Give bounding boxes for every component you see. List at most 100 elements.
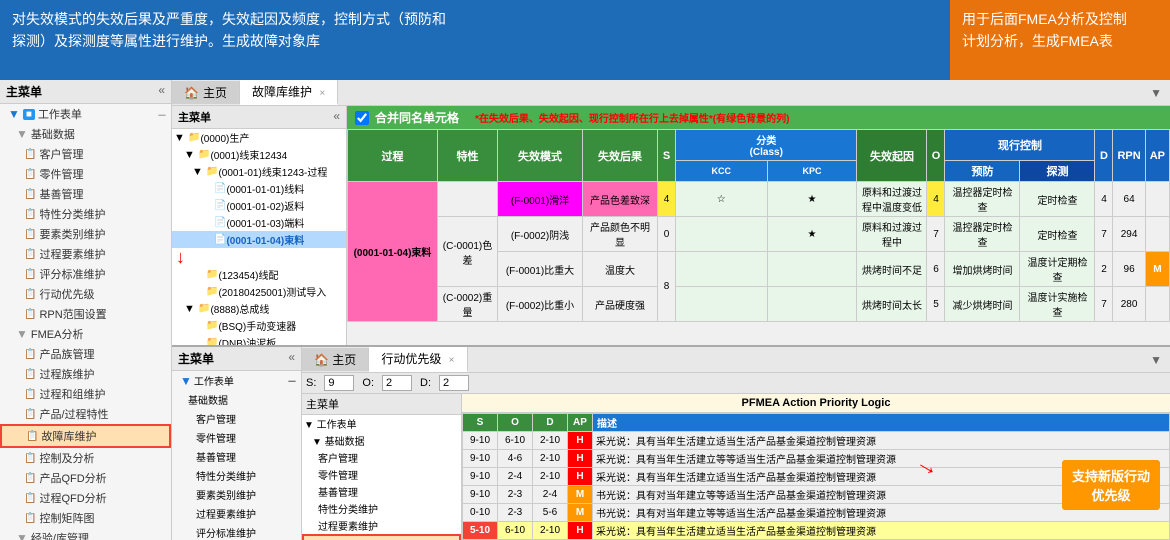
sidebar-collapse-btn[interactable]: « (152, 80, 171, 103)
sidebar-item-workorder[interactable]: ▼ ■ 工作表单 － (0, 104, 171, 124)
tab-fault-lib[interactable]: 故障库维护 × (240, 80, 338, 105)
sidebar-item-basic[interactable]: ▼ 基础数据 (0, 124, 171, 144)
input-s[interactable] (324, 375, 354, 391)
sidebar-item-char-label: 特性分类维护 (39, 206, 105, 222)
sidebar-item-fault-lib[interactable]: 📋 故障库维护 (0, 424, 171, 448)
bottom-sidebar-workorder[interactable]: ▼ 工作表单 － (172, 371, 301, 390)
cell-ap-2 (1145, 217, 1169, 252)
tree-header-label: 主菜单 (172, 106, 327, 128)
b-tree-parts[interactable]: 零件管理 (302, 466, 461, 483)
cell-kpc-3 (767, 252, 857, 287)
bottom-tab-home[interactable]: 🏠 主页 (302, 348, 369, 371)
sidebar-item-parts[interactable]: 📋 零件管理 (0, 164, 171, 184)
tree-item-harness-proc[interactable]: ▼ 📁 (0001-01)线束1243-过程 (172, 163, 346, 180)
tree-item-harness[interactable]: ▼ 📁 (0001)线束12434 (172, 146, 346, 163)
improve-icon: 📋 (24, 189, 36, 200)
tree-item-dnb[interactable]: 📁 (DNB)油泥板 (172, 334, 346, 345)
tree-collapse-btn[interactable]: « (327, 106, 346, 128)
sidebar-item-proc-group[interactable]: 📋 过程和组维护 (0, 384, 171, 404)
expand-icon-exp: ▼ (16, 531, 28, 540)
sidebar-item-score-std[interactable]: 📋 评分标准维护 (0, 264, 171, 284)
tree-01-01-label: (0001-01-01)线料 (226, 181, 304, 196)
tree-item-test[interactable]: 📁 (20180425001)测试导入 (172, 283, 346, 300)
bottom-sidebar-score[interactable]: 评分标准维护 (172, 523, 301, 540)
bottom-sidebar-customer[interactable]: 客户管理 (172, 409, 301, 428)
bottom-main: 🏠 主页 行动优先级 × ▼ S: (302, 347, 1170, 540)
merge-checkbox[interactable] (355, 111, 369, 125)
b-tree-basic[interactable]: ▼ 基础数据 (302, 432, 461, 449)
tree-proc-icon: 📁 (206, 166, 218, 177)
b-tree-workorder[interactable]: ▼ 工作表单 (302, 415, 461, 432)
tree-item-linepei[interactable]: 📁 (123454)线配 (172, 266, 346, 283)
sidebar-item-ctrl-matrix[interactable]: 📋 控制矩阵图 (0, 508, 171, 528)
bottom-sidebar-parts[interactable]: 零件管理 (172, 428, 301, 447)
ctrl-icon: 📋 (24, 453, 36, 464)
collapse-icon: － (157, 107, 167, 122)
tree-expand-8888: ▼ (184, 303, 198, 315)
b-tree-char[interactable]: 特性分类维护 (302, 500, 461, 517)
input-o[interactable] (382, 375, 412, 391)
b-tree-proc-elem[interactable]: 过程要素维护 (302, 517, 461, 534)
cell-s-b4: 9-10 (463, 486, 498, 504)
table-row: (0001-01-04)束料 (F-0001)滑洋 产品色差致深 4 ☆ ★ 原… (348, 182, 1170, 217)
sidebar-item-fmea[interactable]: ▼ FMEA分析 (0, 324, 171, 344)
tree-item-01-01[interactable]: 📄 (0001-01-01)线料 (172, 180, 346, 197)
sidebar-item-proc-family[interactable]: 📋 过程族维护 (0, 364, 171, 384)
bottom-sidebar-char[interactable]: 特性分类维护 (172, 466, 301, 485)
sidebar-item-product-family[interactable]: 📋 产品族管理 (0, 344, 171, 364)
bottom-sidebar-proc-elem[interactable]: 过程要素维护 (172, 504, 301, 523)
bottom-tab-action[interactable]: 行动优先级 × (369, 347, 467, 372)
tree-folder-5: 📁 (206, 269, 218, 280)
tree-item-01-03[interactable]: 📄 (0001-01-03)端料 (172, 214, 346, 231)
cell-s-b5: 0-10 (463, 504, 498, 522)
bottom-sidebar-collapse[interactable]: « (282, 347, 301, 370)
sidebar-item-customer-label: 客户管理 (39, 146, 83, 162)
table-row: (C-0001)色差 (F-0002)阴浅 产品颜色不明显 0 ★ 原料和过渡过… (348, 217, 1170, 252)
bth-d: D (533, 414, 568, 432)
cell-cause-4: 烘烤时间太长 (857, 287, 927, 322)
sidebar-item-proc-qfd[interactable]: 📋 过程QFD分析 (0, 488, 171, 508)
sidebar-item-customer[interactable]: 📋 客户管理 (0, 144, 171, 164)
b-tab-close[interactable]: × (449, 355, 455, 366)
parts-icon: 📋 (24, 169, 36, 180)
tree-expand-harness: ▼ (184, 149, 198, 161)
tree-doc-icon-3: 📄 (214, 217, 226, 228)
tree-harness-icon: 📁 (198, 149, 210, 160)
label-o: O: (362, 377, 374, 389)
sidebar-item-prod-proc-char[interactable]: 📋 产品/过程特性 (0, 404, 171, 424)
th-ap: AP (1145, 130, 1169, 182)
sidebar-item-rpn[interactable]: 📋 RPN范围设置 (0, 304, 171, 324)
sidebar-item-action-priority[interactable]: 📋 行动优先级 (0, 284, 171, 304)
sidebar-item-improve[interactable]: 📋 基善管理 (0, 184, 171, 204)
sidebar-item-elem-class[interactable]: 📋 要素类别维护 (0, 224, 171, 244)
sidebar-item-char-class[interactable]: 📋 特性分类维护 (0, 204, 171, 224)
cell-s-b6: 5-10 (463, 522, 498, 540)
tree-item-8888[interactable]: ▼ 📁 (8888)总成线 (172, 300, 346, 317)
bottom-sidebar-basic[interactable]: 基础数据 (172, 390, 301, 409)
b-tree-action[interactable]: 行动优先级 (302, 534, 461, 540)
b-tab-scroll[interactable]: ▼ (1142, 350, 1170, 370)
bottom-sidebar-improve[interactable]: 基善管理 (172, 447, 301, 466)
sidebar-item-prod-qfd[interactable]: 📋 产品QFD分析 (0, 468, 171, 488)
banner-left-text: 对失效模式的失效后果及严重度，失效起因及频度，控制方式（预防和 探测）及探测度等… (12, 11, 446, 49)
bottom-sidebar-elem[interactable]: 要素类别维护 (172, 485, 301, 504)
b-tree-basic2[interactable]: 基善管理 (302, 483, 461, 500)
tree-item-bsq[interactable]: 📁 (BSQ)手动变速器 (172, 317, 346, 334)
tree-item-01-02[interactable]: 📄 (0001-01-02)返料 (172, 197, 346, 214)
fmea-table-area: 合并同名单元格 *在失效后果、失效起因、现行控制所在行上去掉属性*(有绿色背景的… (347, 106, 1170, 345)
main-container: 对失效模式的失效后果及严重度，失效起因及频度，控制方式（预防和 探测）及探测度等… (0, 0, 1170, 540)
sidebar-item-control-analysis[interactable]: 📋 控制及分析 (0, 448, 171, 468)
b-tree-customer[interactable]: 客户管理 (302, 449, 461, 466)
tree-01-03-label: (0001-01-03)端料 (226, 215, 304, 230)
expand-icon-fmea: ▼ (16, 327, 28, 341)
tab-home[interactable]: 🏠 主页 (172, 81, 240, 104)
content-area: 主菜单 « ▼ ■ 工作表单 － ▼ 基础数据 📋 客户管理 (0, 80, 1170, 540)
tab-close-btn[interactable]: × (319, 88, 325, 99)
tree-item-root[interactable]: ▼ 📁 (0000)生产 (172, 129, 346, 146)
tree-item-01-04[interactable]: 📄 (0001-01-04)束料 (172, 231, 346, 248)
input-d[interactable] (439, 375, 469, 391)
th-kpc: KPC (767, 161, 857, 182)
sidebar-item-process-elem[interactable]: 📋 过程要素维护 (0, 244, 171, 264)
tab-scroll-right[interactable]: ▼ (1142, 83, 1170, 103)
sidebar-item-exp-mgmt[interactable]: ▼ 经验/库管理 (0, 528, 171, 540)
